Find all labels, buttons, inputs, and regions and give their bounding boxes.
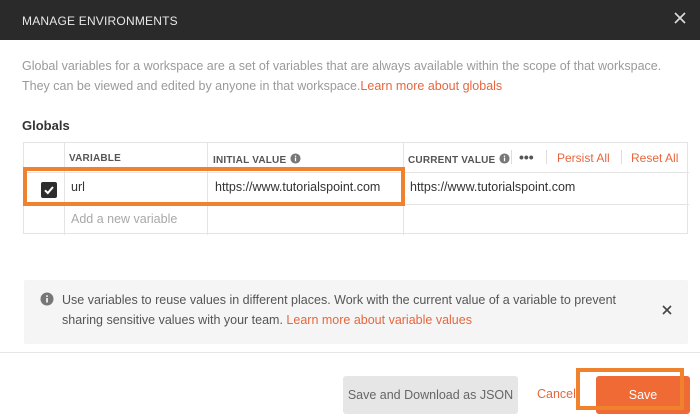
dialog-title: MANAGE ENVIRONMENTS: [22, 14, 178, 28]
save-and-download-json-button[interactable]: Save and Download as JSON: [343, 376, 518, 414]
highlight-frame-row: [23, 167, 405, 206]
cancel-button[interactable]: Cancel: [537, 387, 576, 401]
intro-text: Global variables for a workspace are a s…: [22, 59, 662, 93]
footer-divider: [0, 352, 700, 353]
column-header-initial-value: INITIAL VALUE: [213, 153, 301, 166]
reset-all-button[interactable]: Reset All: [631, 151, 678, 165]
intro-description: Global variables for a workspace are a s…: [22, 56, 690, 96]
add-variable-input[interactable]: Add a new variable: [71, 212, 177, 226]
column-header-current-value: CURRENT VALUE: [408, 153, 510, 166]
learn-more-globals-link[interactable]: Learn more about globals: [360, 79, 502, 93]
dialog-titlebar: MANAGE ENVIRONMENTS: [0, 0, 700, 40]
info-icon: [40, 292, 54, 306]
close-icon[interactable]: [672, 10, 692, 30]
info-icon: [290, 153, 301, 164]
globals-heading: Globals: [22, 118, 70, 133]
info-text-block: Use variables to reuse values in differe…: [62, 290, 622, 330]
column-header-variable: VARIABLE: [69, 153, 121, 164]
initial-value-label: INITIAL VALUE: [213, 155, 287, 166]
dismiss-icon[interactable]: [660, 303, 674, 317]
more-options-icon[interactable]: •••: [519, 149, 534, 165]
info-icon: [499, 153, 510, 164]
current-value-cell[interactable]: https://www.tutorialspoint.com: [410, 180, 575, 194]
learn-more-variable-values-link[interactable]: Learn more about variable values: [286, 313, 472, 327]
persist-all-button[interactable]: Persist All: [557, 151, 610, 165]
info-banner: Use variables to reuse values in differe…: [24, 280, 688, 344]
current-value-label: CURRENT VALUE: [408, 155, 496, 166]
highlight-frame-save: [576, 368, 684, 410]
